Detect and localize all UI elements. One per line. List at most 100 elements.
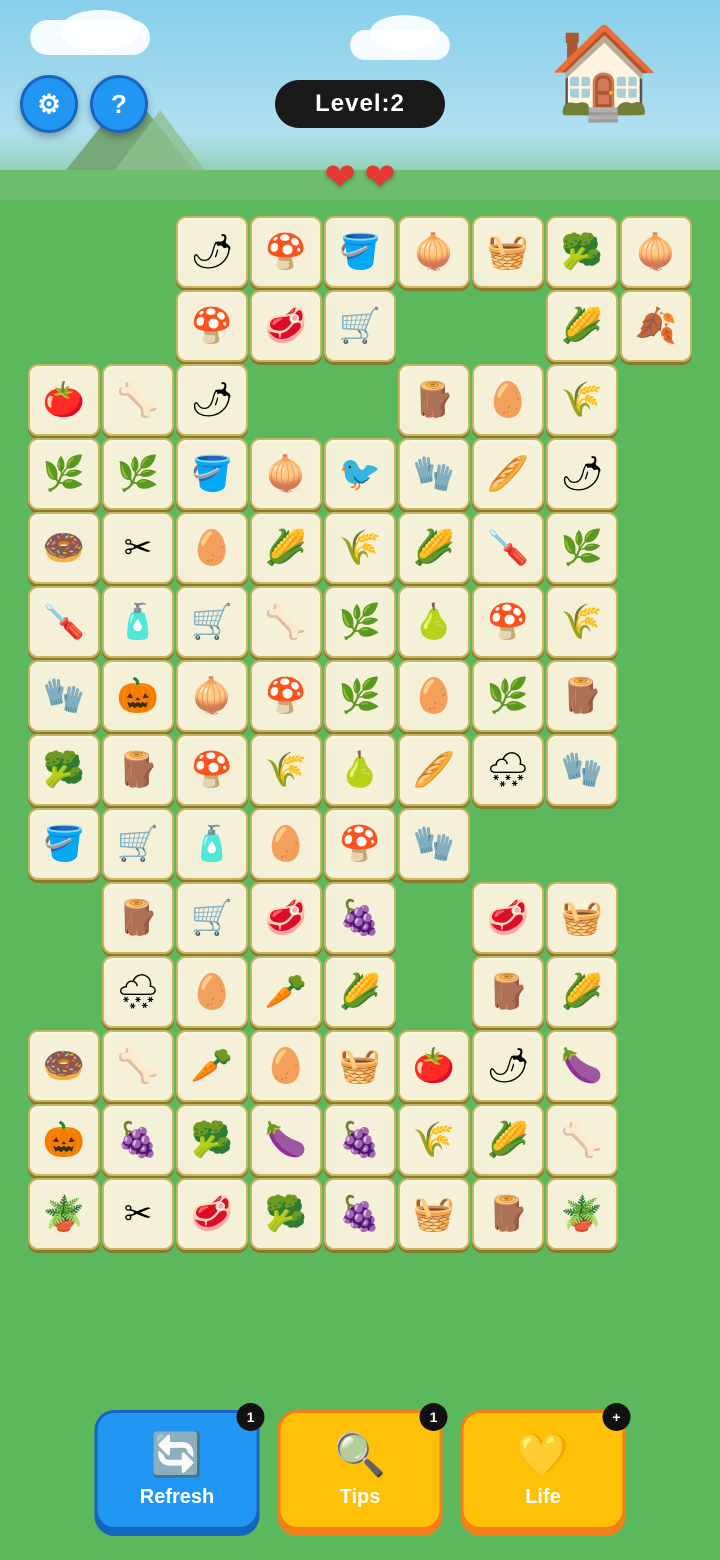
tile[interactable]: 🛒 [176,882,248,954]
tile[interactable]: 🦴 [250,586,322,658]
tile[interactable]: 🪛 [472,512,544,584]
tile[interactable]: 🥚 [176,956,248,1028]
tile[interactable]: 🍆 [250,1104,322,1176]
tile[interactable]: 🪛 [28,586,100,658]
tile[interactable]: 🍩 [28,512,100,584]
tile[interactable]: 🪣 [176,438,248,510]
tile[interactable]: 🍆 [546,1030,618,1102]
tile[interactable]: 🧴 [102,586,174,658]
tile[interactable]: 🌾 [546,364,618,436]
tile[interactable]: 🌾 [250,734,322,806]
tile[interactable]: 🪵 [546,660,618,732]
tile[interactable]: 🥖 [472,438,544,510]
tile[interactable]: 🥩 [250,290,322,362]
tile[interactable]: 🍄 [250,660,322,732]
tile[interactable]: 🥚 [250,808,322,880]
tile[interactable]: 🧅 [250,438,322,510]
tile[interactable]: 🍄 [176,290,248,362]
tile[interactable]: 🪵 [398,364,470,436]
tile[interactable]: 🪴 [28,1178,100,1250]
tile[interactable]: 🍄 [176,734,248,806]
tile[interactable]: 🌾 [546,586,618,658]
tile[interactable]: 🧤 [28,660,100,732]
tile[interactable]: 🍇 [324,882,396,954]
tile[interactable]: 🧺 [398,1178,470,1250]
tile[interactable]: 🍐 [398,586,470,658]
tile[interactable]: 🧅 [176,660,248,732]
tile[interactable]: 🍄 [324,808,396,880]
tile[interactable]: 🥚 [250,1030,322,1102]
tile[interactable]: 🦴 [546,1104,618,1176]
tile[interactable]: 🪴 [546,1178,618,1250]
tile[interactable]: 🥖 [398,734,470,806]
tile[interactable]: 🍐 [324,734,396,806]
tile[interactable]: 🥦 [176,1104,248,1176]
tile[interactable]: 🎃 [102,660,174,732]
tile[interactable]: 🍇 [102,1104,174,1176]
tile[interactable]: 🌾 [398,1104,470,1176]
tile[interactable]: 🌽 [472,1104,544,1176]
tile[interactable]: 🥩 [250,882,322,954]
tile[interactable]: 🛒 [324,290,396,362]
tile[interactable]: 🧅 [620,216,692,288]
tile[interactable]: 🥩 [176,1178,248,1250]
tile[interactable]: 🪣 [324,216,396,288]
tile[interactable]: 🧤 [546,734,618,806]
tile[interactable]: 🌿 [472,660,544,732]
tile[interactable]: 🌨 [102,956,174,1028]
tile[interactable]: 🪵 [472,1178,544,1250]
tile[interactable]: 🧴 [176,808,248,880]
tile[interactable]: 🍅 [398,1030,470,1102]
tile[interactable]: 🌿 [102,438,174,510]
tile[interactable]: 🧤 [398,438,470,510]
tile[interactable]: 🌶 [546,438,618,510]
tile[interactable]: 🥩 [472,882,544,954]
tile[interactable]: 🌿 [546,512,618,584]
help-button[interactable]: ? [90,75,148,133]
tile[interactable]: 🍅 [28,364,100,436]
tile[interactable]: 🍂 [620,290,692,362]
tile[interactable]: 🌨 [472,734,544,806]
tile[interactable]: 🌿 [324,586,396,658]
tile[interactable]: 🧺 [324,1030,396,1102]
tile[interactable]: 🌶 [472,1030,544,1102]
tile[interactable]: 🦴 [102,1030,174,1102]
tile[interactable]: 🧺 [472,216,544,288]
tile[interactable]: 🥕 [250,956,322,1028]
tile[interactable]: 🌽 [398,512,470,584]
tile[interactable]: 🌽 [324,956,396,1028]
tile[interactable]: 🍇 [324,1104,396,1176]
tile[interactable]: 🎃 [28,1104,100,1176]
tile[interactable]: 🥚 [398,660,470,732]
tile[interactable]: 🌿 [324,660,396,732]
settings-button[interactable]: ⚙ [20,75,78,133]
tile[interactable]: 🪵 [102,882,174,954]
tile[interactable]: 🌽 [546,290,618,362]
tile[interactable]: 🥚 [472,364,544,436]
tile[interactable]: 🥕 [176,1030,248,1102]
tile[interactable]: 🥚 [176,512,248,584]
tile[interactable]: 🌶 [176,364,248,436]
tile[interactable]: 🧺 [546,882,618,954]
tile[interactable]: ✂ [102,1178,174,1250]
tile[interactable]: 🦴 [102,364,174,436]
tile[interactable]: 🍄 [472,586,544,658]
tile[interactable]: 🛒 [102,808,174,880]
tile[interactable]: 🌽 [250,512,322,584]
tile[interactable]: 🌿 [28,438,100,510]
refresh-button[interactable]: 1 🔄 Refresh [95,1410,260,1530]
tips-button[interactable]: 1 🔍 Tips [278,1410,443,1530]
tile[interactable]: 🪣 [28,808,100,880]
life-button[interactable]: + 💛 Life [461,1410,626,1530]
tile[interactable]: 🥦 [250,1178,322,1250]
tile[interactable]: 🧤 [398,808,470,880]
tile[interactable]: 🧅 [398,216,470,288]
tile[interactable]: 🥦 [546,216,618,288]
tile[interactable]: 🐦 [324,438,396,510]
tile[interactable]: 🛒 [176,586,248,658]
tile[interactable]: 🌽 [546,956,618,1028]
tile[interactable]: 🌶 [176,216,248,288]
tile[interactable]: 🍩 [28,1030,100,1102]
tile[interactable]: ✂ [102,512,174,584]
tile[interactable]: 🍇 [324,1178,396,1250]
